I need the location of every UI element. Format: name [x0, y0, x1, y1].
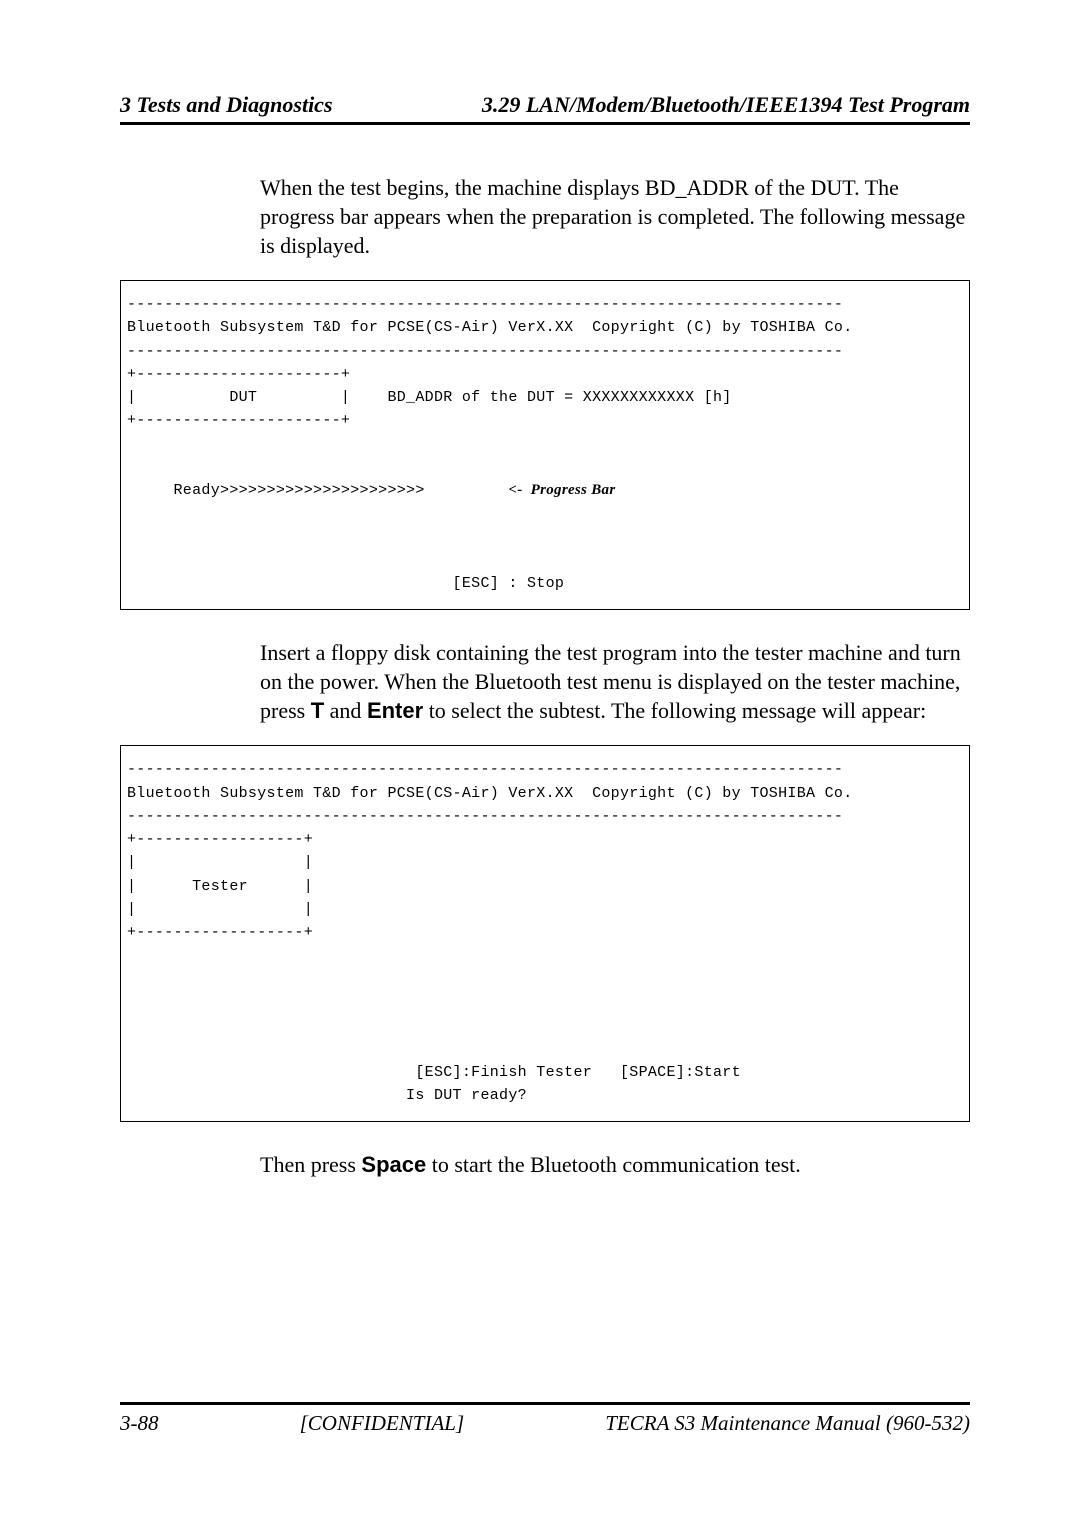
console2-line: Is DUT ready? — [127, 1087, 527, 1104]
page-header: 3 Tests and Diagnostics 3.29 LAN/Modem/B… — [120, 92, 970, 125]
header-left: 3 Tests and Diagnostics — [120, 92, 333, 118]
footer-page-number: 3-88 — [120, 1411, 159, 1436]
progress-bar-label: <- Progress Bar — [508, 482, 615, 498]
console1-line: Bluetooth Subsystem T&D for PCSE(CS-Air)… — [127, 319, 853, 336]
console1-line: +----------------------+ — [127, 412, 350, 429]
console-box-tester: ----------------------------------------… — [120, 745, 970, 1122]
para2-text-c: to select the subtest. The following mes… — [423, 698, 926, 723]
console1-ready: Ready>>>>>>>>>>>>>>>>>>>>>> — [127, 482, 508, 499]
page-footer: 3-88 [CONFIDENTIAL] TECRA S3 Maintenance… — [120, 1402, 970, 1436]
console2-line: | | — [127, 854, 313, 871]
console1-line: ----------------------------------------… — [127, 296, 843, 313]
key-enter: Enter — [367, 698, 423, 723]
console1-line: ----------------------------------------… — [127, 343, 843, 360]
console2-line: | Tester | — [127, 878, 313, 895]
console2-line: +------------------+ — [127, 924, 313, 941]
console1-esc: [ESC] : Stop — [127, 575, 564, 592]
console2-line: +------------------+ — [127, 831, 313, 848]
console2-line: ----------------------------------------… — [127, 761, 843, 778]
console2-line: | | — [127, 901, 313, 918]
footer-confidential: [CONFIDENTIAL] — [300, 1411, 465, 1436]
key-space: Space — [361, 1152, 426, 1177]
console2-line: ----------------------------------------… — [127, 808, 843, 825]
para3-text-b: to start the Bluetooth communication tes… — [426, 1152, 801, 1177]
console-box-dut: ----------------------------------------… — [120, 280, 970, 610]
key-t: T — [311, 698, 324, 723]
para2-text-b: and — [324, 698, 367, 723]
console1-line: +----------------------+ — [127, 366, 350, 383]
paragraph-2: Insert a floppy disk containing the test… — [260, 638, 970, 725]
console1-line: | DUT | BD_ADDR of the DUT = XXXXXXXXXXX… — [127, 389, 732, 406]
console2-line: [ESC]:Finish Tester [SPACE]:Start — [127, 1064, 741, 1081]
paragraph-3: Then press Space to start the Bluetooth … — [260, 1150, 970, 1179]
header-right: 3.29 LAN/Modem/Bluetooth/IEEE1394 Test P… — [482, 92, 970, 118]
para3-text-a: Then press — [260, 1152, 361, 1177]
footer-manual-title: TECRA S3 Maintenance Manual (960-532) — [605, 1411, 970, 1436]
console2-line: Bluetooth Subsystem T&D for PCSE(CS-Air)… — [127, 785, 853, 802]
paragraph-1: When the test begins, the machine displa… — [260, 173, 970, 260]
